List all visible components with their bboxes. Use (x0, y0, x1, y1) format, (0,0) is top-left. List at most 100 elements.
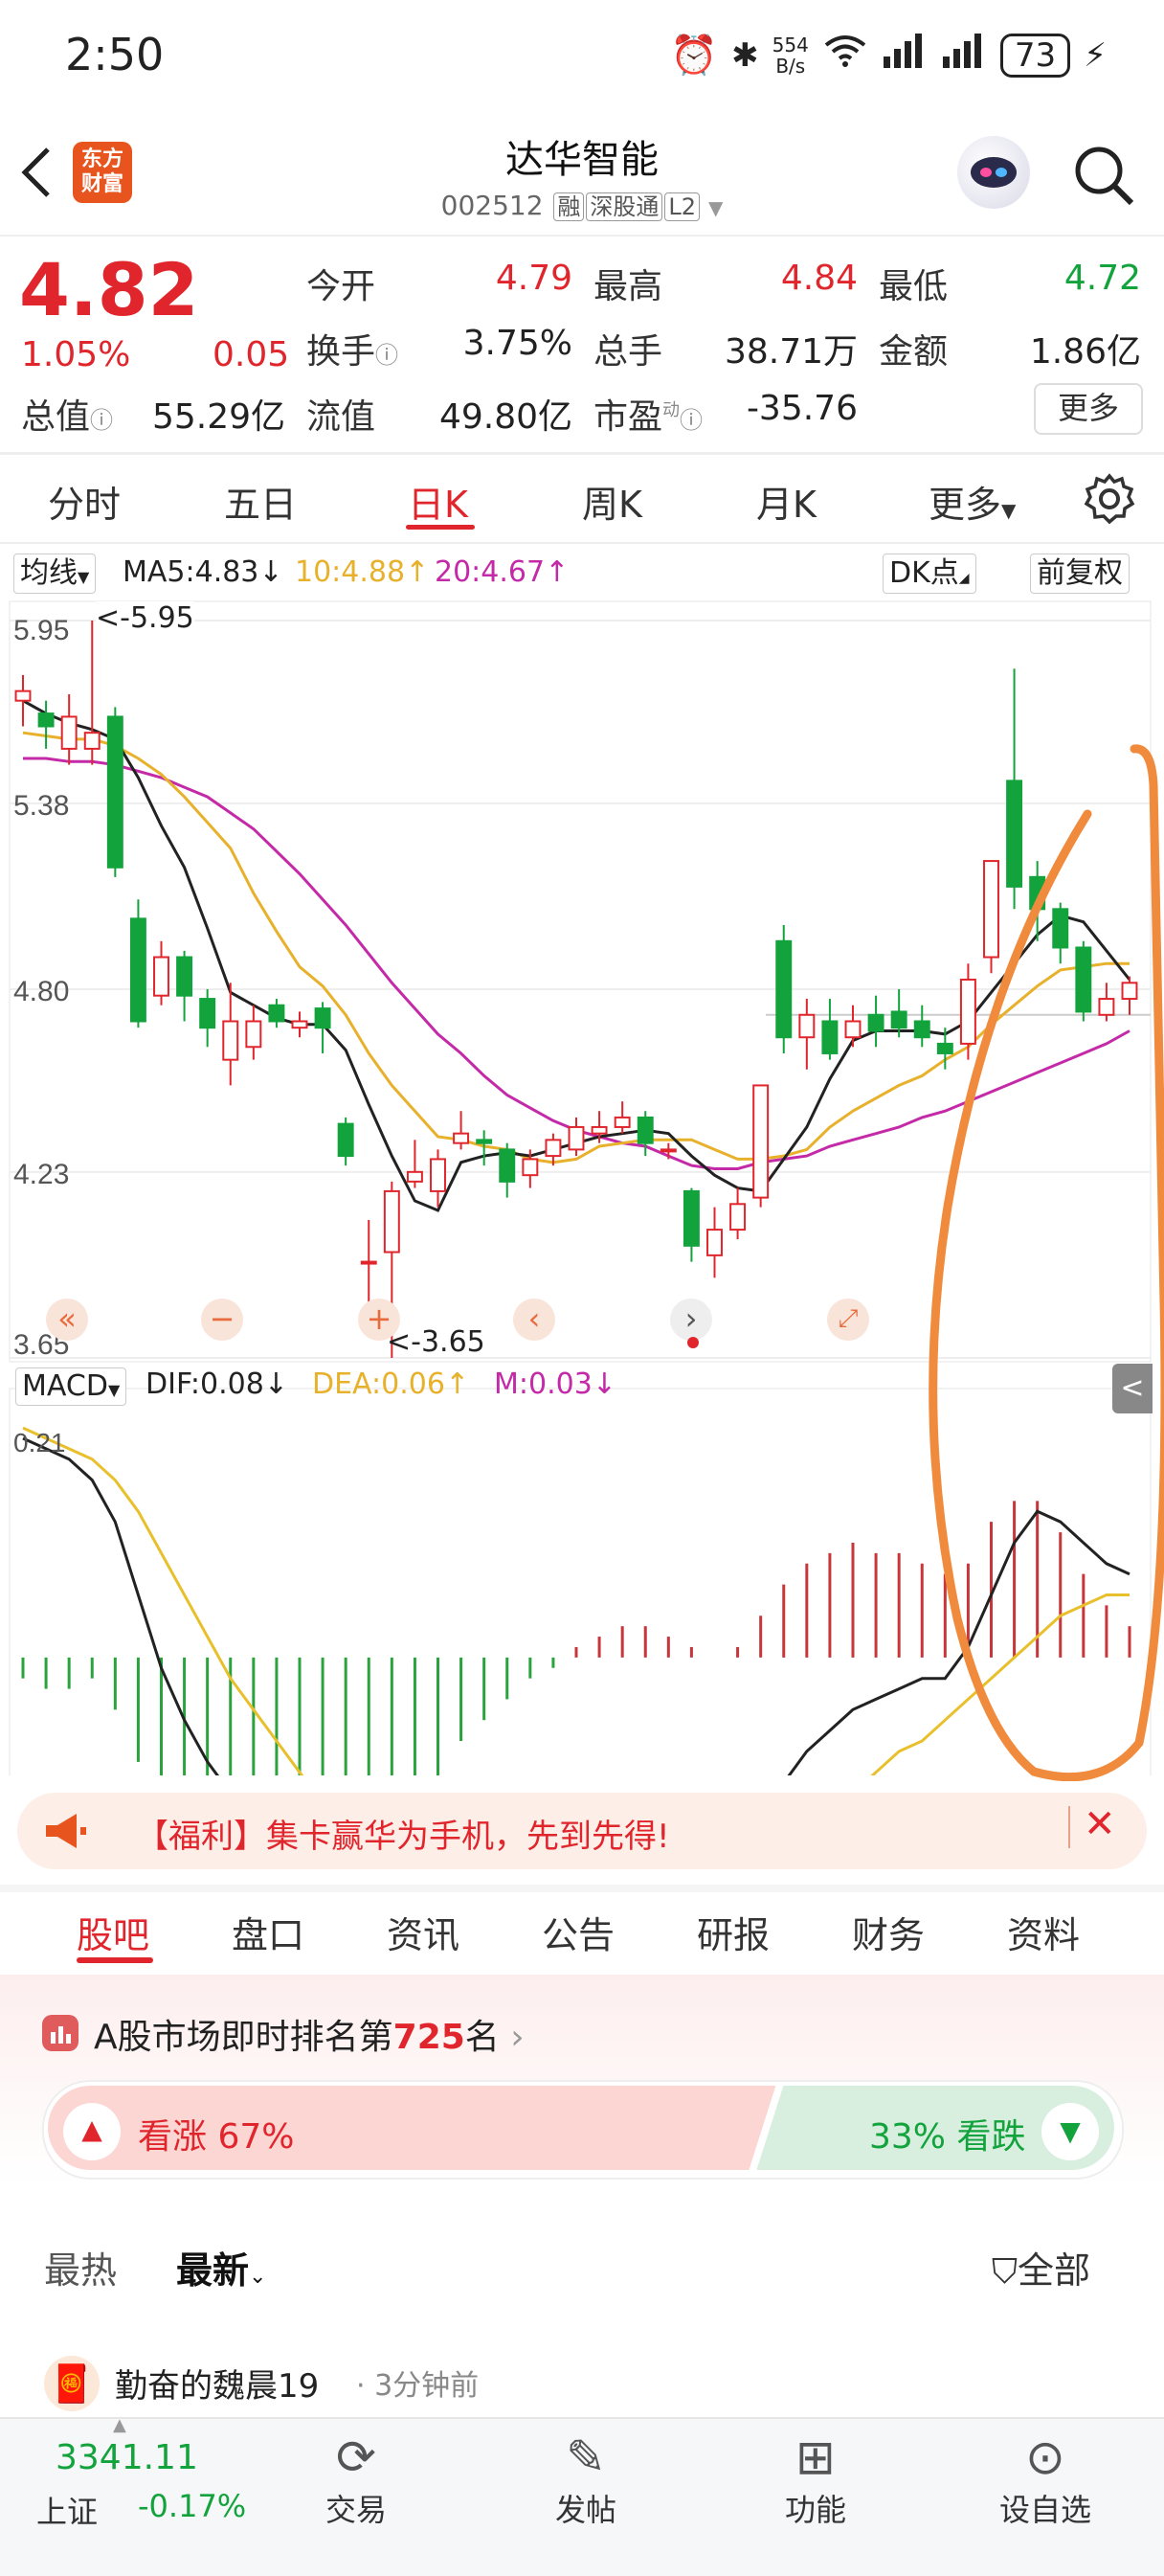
candle-body (660, 1148, 677, 1153)
filter-funnel-icon: ⛉ (992, 2252, 1018, 2292)
label-turnover: 换手ⓘ (306, 332, 399, 372)
candle-body (775, 939, 793, 1039)
candle-body (798, 1013, 816, 1039)
candle-body (890, 1010, 907, 1029)
nav-post[interactable]: ✎ 发帖 (509, 2429, 662, 2530)
candle (406, 1140, 423, 1188)
change-percent: 1.05% (21, 335, 131, 374)
bullish-label[interactable]: 看涨 67% (138, 2109, 294, 2158)
index-value[interactable]: 3341.11 (56, 2438, 198, 2477)
battery-indicator: 73 (999, 33, 1071, 78)
settings-gear-icon[interactable] (1084, 473, 1135, 529)
robot-assistant-icon[interactable] (957, 136, 1030, 209)
candle (798, 999, 816, 1070)
bearish-label[interactable]: 33% 看跌 (869, 2109, 1025, 2158)
zoom-out-icon[interactable]: − (201, 1299, 243, 1341)
dea-readout: DEA:0.06↑ (312, 1367, 470, 1401)
tab-more[interactable]: 更多▼ (929, 475, 1016, 528)
tab-profile[interactable]: 资料 (1007, 1906, 1080, 1958)
candle-body (683, 1189, 700, 1247)
tab-order-book[interactable]: 盘口 (232, 1906, 304, 1958)
status-time: 2:50 (65, 29, 165, 80)
candle-body (176, 956, 193, 997)
ma5-readout: MA5:4.83↓ (123, 555, 283, 589)
promo-banner[interactable]: 【福利】集卡赢华为手机，先到先得! ✕ (17, 1793, 1147, 1869)
ma-selector[interactable]: 均线▼ (13, 554, 97, 594)
scroll-right-icon[interactable]: › (670, 1299, 712, 1341)
candle-body (637, 1116, 654, 1144)
bullish-vote-icon[interactable]: ▲ (63, 2103, 121, 2160)
adjust-button[interactable]: 前复权 (1030, 554, 1130, 594)
label-pe: 市盈动ⓘ (593, 397, 704, 437)
tab-announcements[interactable]: 公告 (542, 1906, 615, 1958)
filter-hot[interactable]: 最热 (44, 2241, 117, 2294)
candle-body (129, 917, 146, 1023)
more-button[interactable]: 更多 (1034, 383, 1143, 435)
candle (176, 950, 193, 1022)
tab-intraday[interactable]: 分时 (48, 475, 121, 528)
user-avatar[interactable]: 🧧 (44, 2356, 100, 2411)
macd-selector[interactable]: MACD▼ (15, 1367, 127, 1406)
fullscreen-icon[interactable]: ⤢ (827, 1299, 869, 1341)
candle (729, 1187, 747, 1240)
tab-news[interactable]: 资讯 (387, 1906, 459, 1958)
tag-level2: L2 (664, 192, 701, 221)
megaphone-icon (42, 1812, 88, 1854)
candle (775, 925, 793, 1053)
dropdown-icon: ▼ (707, 196, 724, 219)
rank-chart-icon (42, 2015, 78, 2051)
candle-body (199, 998, 216, 1029)
close-icon[interactable]: ✕ (1084, 1802, 1116, 1846)
nav-trade[interactable]: ⟳ 交易 (280, 2429, 433, 2530)
candle (821, 999, 839, 1060)
candle-body (83, 732, 101, 750)
post-username[interactable]: 勤奋的魏晨19 (115, 2360, 319, 2407)
candle (129, 899, 146, 1028)
candle (37, 700, 55, 749)
candle (568, 1117, 585, 1157)
dk-point-button[interactable]: DK点◢ (883, 554, 976, 594)
unread-dot (687, 1337, 699, 1348)
candle (499, 1142, 516, 1198)
label-low: 最低 (879, 267, 949, 306)
candle-body (752, 1084, 770, 1199)
candle (614, 1101, 631, 1134)
candle-body (406, 1170, 423, 1183)
tab-financials[interactable]: 财务 (852, 1906, 925, 1958)
market-rank[interactable]: A股市场即时排名第725名 › (94, 2009, 525, 2059)
change-amount: 0.05 (213, 335, 290, 374)
tag-connect: 深股通 (586, 192, 663, 221)
tab-five-day[interactable]: 五日 (224, 475, 297, 528)
zoom-in-icon[interactable]: + (358, 1299, 400, 1341)
candle (83, 621, 101, 765)
value-amount: 1.86亿 (1029, 332, 1141, 372)
stock-code: 002512 (440, 190, 544, 221)
candle (153, 940, 169, 1006)
candle-body (568, 1125, 585, 1151)
jump-start-icon[interactable]: « (46, 1299, 88, 1341)
nav-functions[interactable]: ⊞ 功能 (739, 2429, 892, 2530)
bearish-vote-icon[interactable]: ▼ (1041, 2103, 1099, 2160)
scroll-left-icon[interactable]: ‹ (513, 1299, 555, 1341)
value-high: 4.84 (780, 259, 858, 298)
value-turnover: 3.75% (462, 324, 572, 363)
candle-body (314, 1007, 331, 1029)
tab-monthly-k[interactable]: 月K (756, 475, 817, 528)
tab-daily-k[interactable]: 日K (408, 475, 468, 528)
label-high: 最高 (593, 267, 663, 306)
candle-body (729, 1203, 747, 1232)
tab-weekly-k[interactable]: 周K (582, 475, 642, 528)
candle-body (453, 1132, 470, 1144)
nav-add-watchlist[interactable]: ⊙ 设自选 (969, 2429, 1122, 2530)
tab-forum[interactable]: 股吧 (77, 1906, 149, 1958)
candle-body (614, 1116, 631, 1128)
low-price-marker: <-3.65 (387, 1325, 485, 1359)
expand-caret-icon: ▲ (113, 2415, 126, 2435)
filter-latest[interactable]: 最新⌄ (176, 2241, 266, 2294)
candle-body (499, 1148, 516, 1183)
candle (683, 1187, 700, 1262)
search-icon[interactable] (1070, 142, 1137, 213)
value-low: 4.72 (1063, 259, 1141, 298)
filter-all[interactable]: ⛉全部 (992, 2241, 1090, 2294)
tab-research[interactable]: 研报 (697, 1906, 770, 1958)
